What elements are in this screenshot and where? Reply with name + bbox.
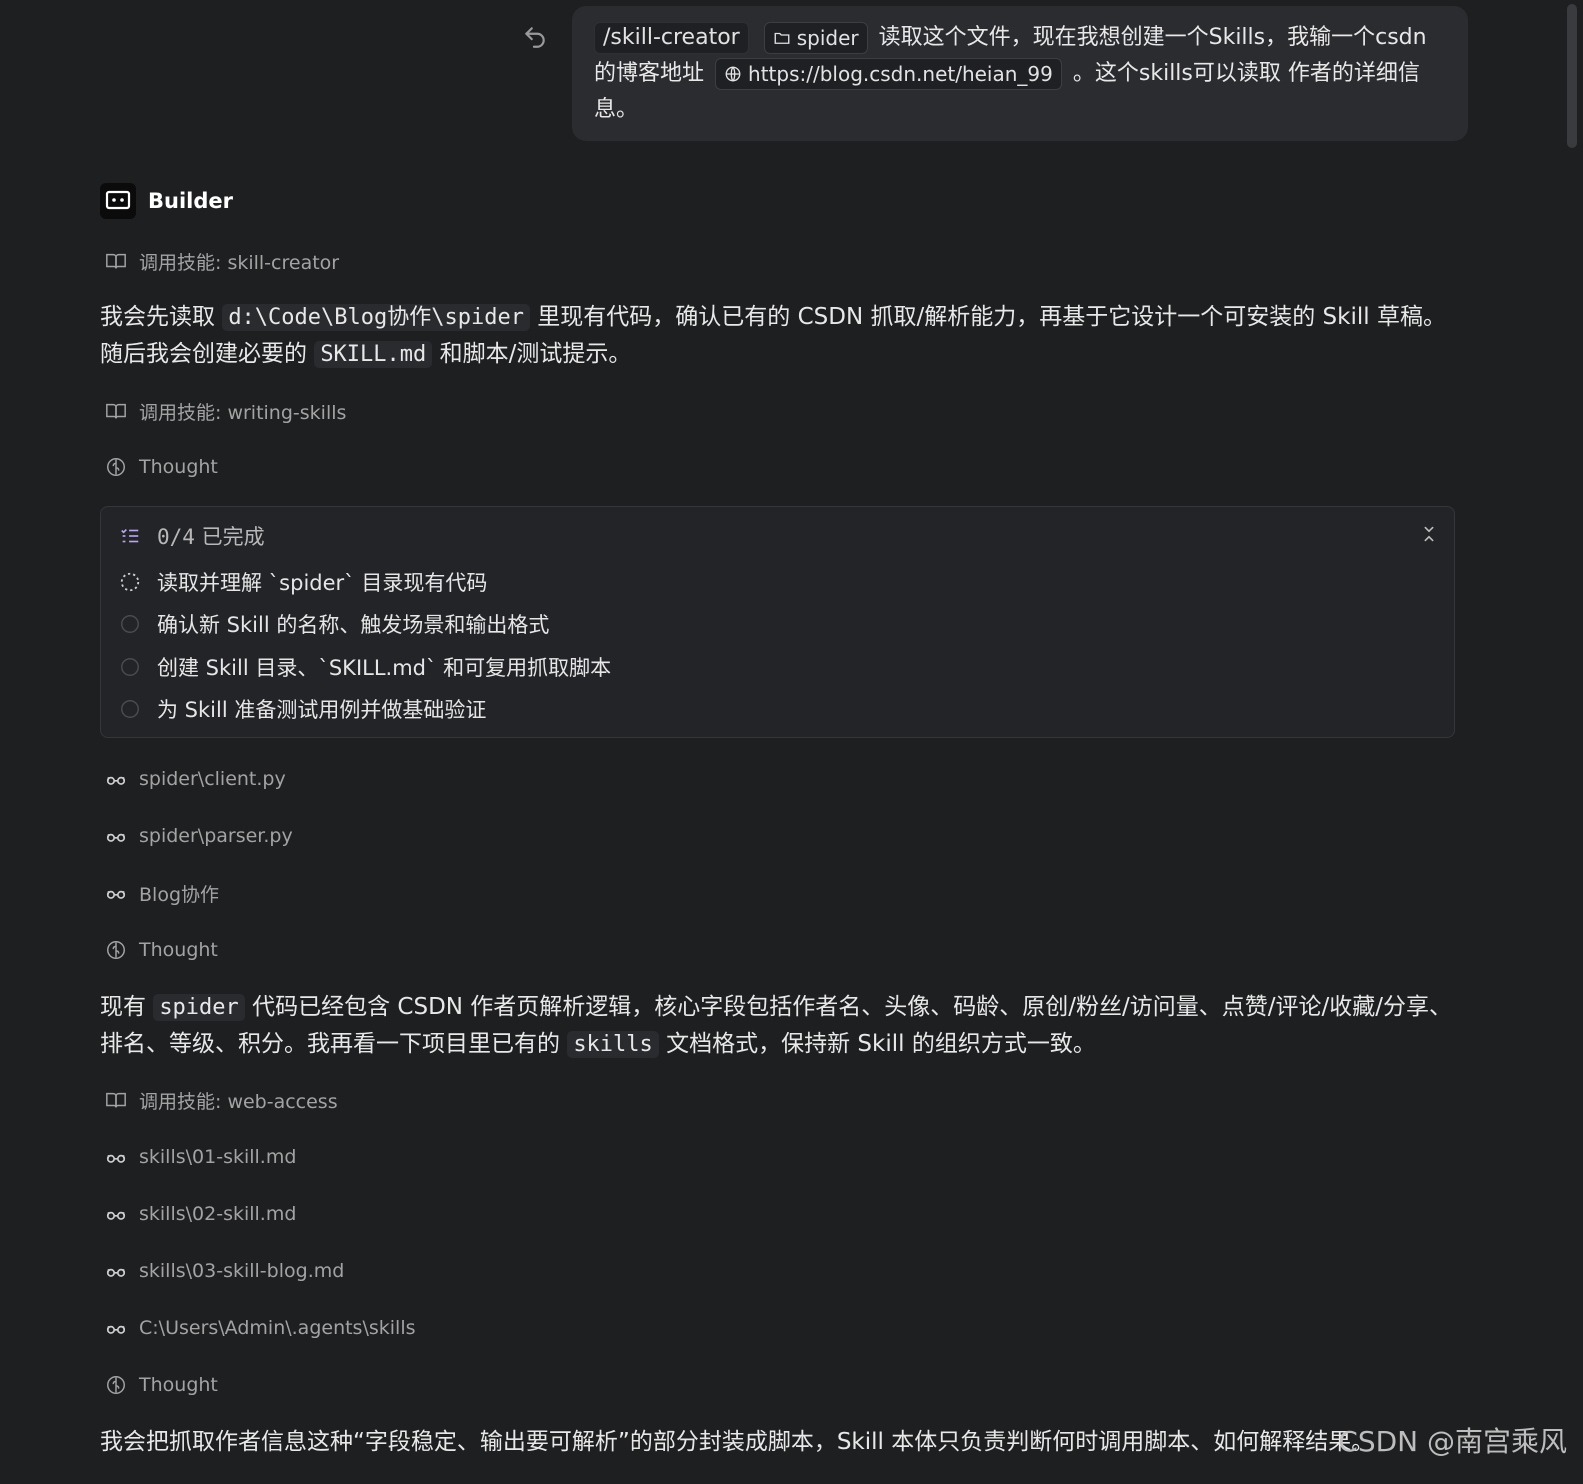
read-file-label: skills\01-skill.md	[139, 1146, 297, 1168]
skill-call-label: 调用技能: skill-creator	[139, 251, 340, 274]
scrollbar[interactable]	[1567, 4, 1577, 148]
todo-item[interactable]: 创建 Skill 目录、`SKILL.md` 和可复用抓取脚本	[119, 652, 611, 682]
brain-icon	[107, 458, 125, 476]
read-file-row[interactable]: skills\03-skill-blog.md	[105, 1256, 344, 1286]
user-message: /skill-creator spider 读取这个文件，现在我想创建一个Ski…	[572, 6, 1468, 141]
todo-item-label: 读取并理解 `spider` 目录现有代码	[157, 571, 488, 595]
glasses-icon	[106, 1268, 126, 1277]
brain-icon	[107, 1376, 125, 1394]
inline-code: skills	[567, 1031, 659, 1058]
thought-row[interactable]: Thought	[105, 935, 218, 965]
glasses-icon	[106, 1325, 126, 1334]
read-file-row[interactable]: spider\client.py	[105, 764, 286, 794]
read-file-row[interactable]: spider\parser.py	[105, 821, 293, 851]
url-chip[interactable]: https://blog.csdn.net/heian_99	[715, 58, 1062, 90]
undo-icon[interactable]	[522, 24, 548, 50]
spinner-icon	[120, 572, 140, 592]
builder-logo-icon	[100, 183, 136, 219]
todo-item[interactable]: 确认新 Skill 的名称、触发场景和输出格式	[119, 609, 549, 639]
assistant-header: Builder	[100, 183, 233, 219]
thought-label: Thought	[139, 456, 218, 478]
command-chip[interactable]: /skill-creator	[594, 22, 749, 54]
read-file-label: skills\03-skill-blog.md	[139, 1260, 345, 1282]
inline-code: spider	[153, 994, 245, 1021]
checklist-icon	[121, 528, 139, 543]
assistant-name: Builder	[148, 189, 233, 213]
todo-item-label: 创建 Skill 目录、`SKILL.md` 和可复用抓取脚本	[157, 656, 612, 680]
glasses-icon	[106, 1211, 126, 1220]
thought-label: Thought	[139, 1374, 218, 1396]
glasses-icon	[106, 890, 126, 899]
todo-header: 0/4 已完成	[119, 521, 265, 551]
book-icon	[106, 1092, 126, 1108]
read-file-row[interactable]: C:\Users\Admin\.agents\skills	[105, 1313, 416, 1343]
collapse-icon[interactable]	[1418, 523, 1440, 545]
glasses-icon	[106, 776, 126, 785]
todo-panel: 0/4 已完成 读取并理解 `spider` 目录现有代码 确认新 Skill …	[100, 506, 1455, 738]
folder-icon	[774, 32, 790, 44]
glasses-icon	[106, 1154, 126, 1163]
inline-code: SKILL.md	[314, 341, 433, 368]
circle-icon	[121, 615, 139, 633]
folder-chip-label: spider	[796, 26, 859, 50]
read-file-label: Blog协作	[139, 883, 219, 906]
skill-call-label: 调用技能: writing-skills	[139, 401, 347, 424]
book-icon	[106, 253, 126, 269]
circle-icon	[121, 658, 139, 676]
thought-label: Thought	[139, 939, 218, 961]
read-file-row[interactable]: skills\02-skill.md	[105, 1199, 296, 1229]
url-chip-label: https://blog.csdn.net/heian_99	[748, 62, 1053, 86]
skill-call-label: 调用技能: web-access	[139, 1090, 338, 1113]
read-file-row[interactable]: Blog协作	[105, 878, 219, 908]
thought-row[interactable]: Thought	[105, 1370, 218, 1400]
read-file-label: skills\02-skill.md	[139, 1203, 297, 1225]
todo-item-label: 为 Skill 准备测试用例并做基础验证	[157, 698, 487, 722]
folder-chip[interactable]: spider	[763, 22, 868, 54]
todo-status: 已完成	[201, 525, 265, 549]
read-file-row[interactable]: skills\01-skill.md	[105, 1142, 296, 1172]
assistant-paragraph: 我会先读取 d:\Code\Blog协作\spider 里现有代码，确认已有的 …	[100, 304, 1446, 368]
todo-item-label: 确认新 Skill 的名称、触发场景和输出格式	[157, 613, 550, 637]
read-file-label: spider\client.py	[139, 768, 286, 790]
watermark: CSDN @南宫乘风	[1338, 1425, 1567, 1458]
book-icon	[106, 403, 126, 419]
inline-code: d:\Code\Blog协作\spider	[222, 304, 530, 331]
command-text: /skill-creator	[603, 25, 740, 50]
assistant-paragraph: 现有 spider 代码已经包含 CSDN 作者页解析逻辑，核心字段包括作者名、…	[100, 994, 1453, 1058]
todo-item[interactable]: 读取并理解 `spider` 目录现有代码	[119, 567, 487, 597]
read-file-label: C:\Users\Admin\.agents\skills	[139, 1317, 416, 1339]
circle-icon	[121, 700, 139, 718]
thought-row[interactable]: Thought	[105, 452, 218, 482]
brain-icon	[107, 941, 125, 959]
todo-count: 0/4	[157, 525, 195, 549]
read-file-label: spider\parser.py	[139, 825, 293, 847]
skill-call-row[interactable]: 调用技能: writing-skills	[105, 396, 346, 426]
assistant-paragraph: 我会把抓取作者信息这种“字段稳定、输出要可解析”的部分封装成脚本，Skill 本…	[100, 1429, 1375, 1455]
skill-call-row[interactable]: 调用技能: web-access	[105, 1085, 338, 1115]
glasses-icon	[106, 833, 126, 842]
todo-item[interactable]: 为 Skill 准备测试用例并做基础验证	[119, 694, 486, 724]
globe-icon	[725, 66, 741, 82]
skill-call-row[interactable]: 调用技能: skill-creator	[105, 246, 339, 276]
